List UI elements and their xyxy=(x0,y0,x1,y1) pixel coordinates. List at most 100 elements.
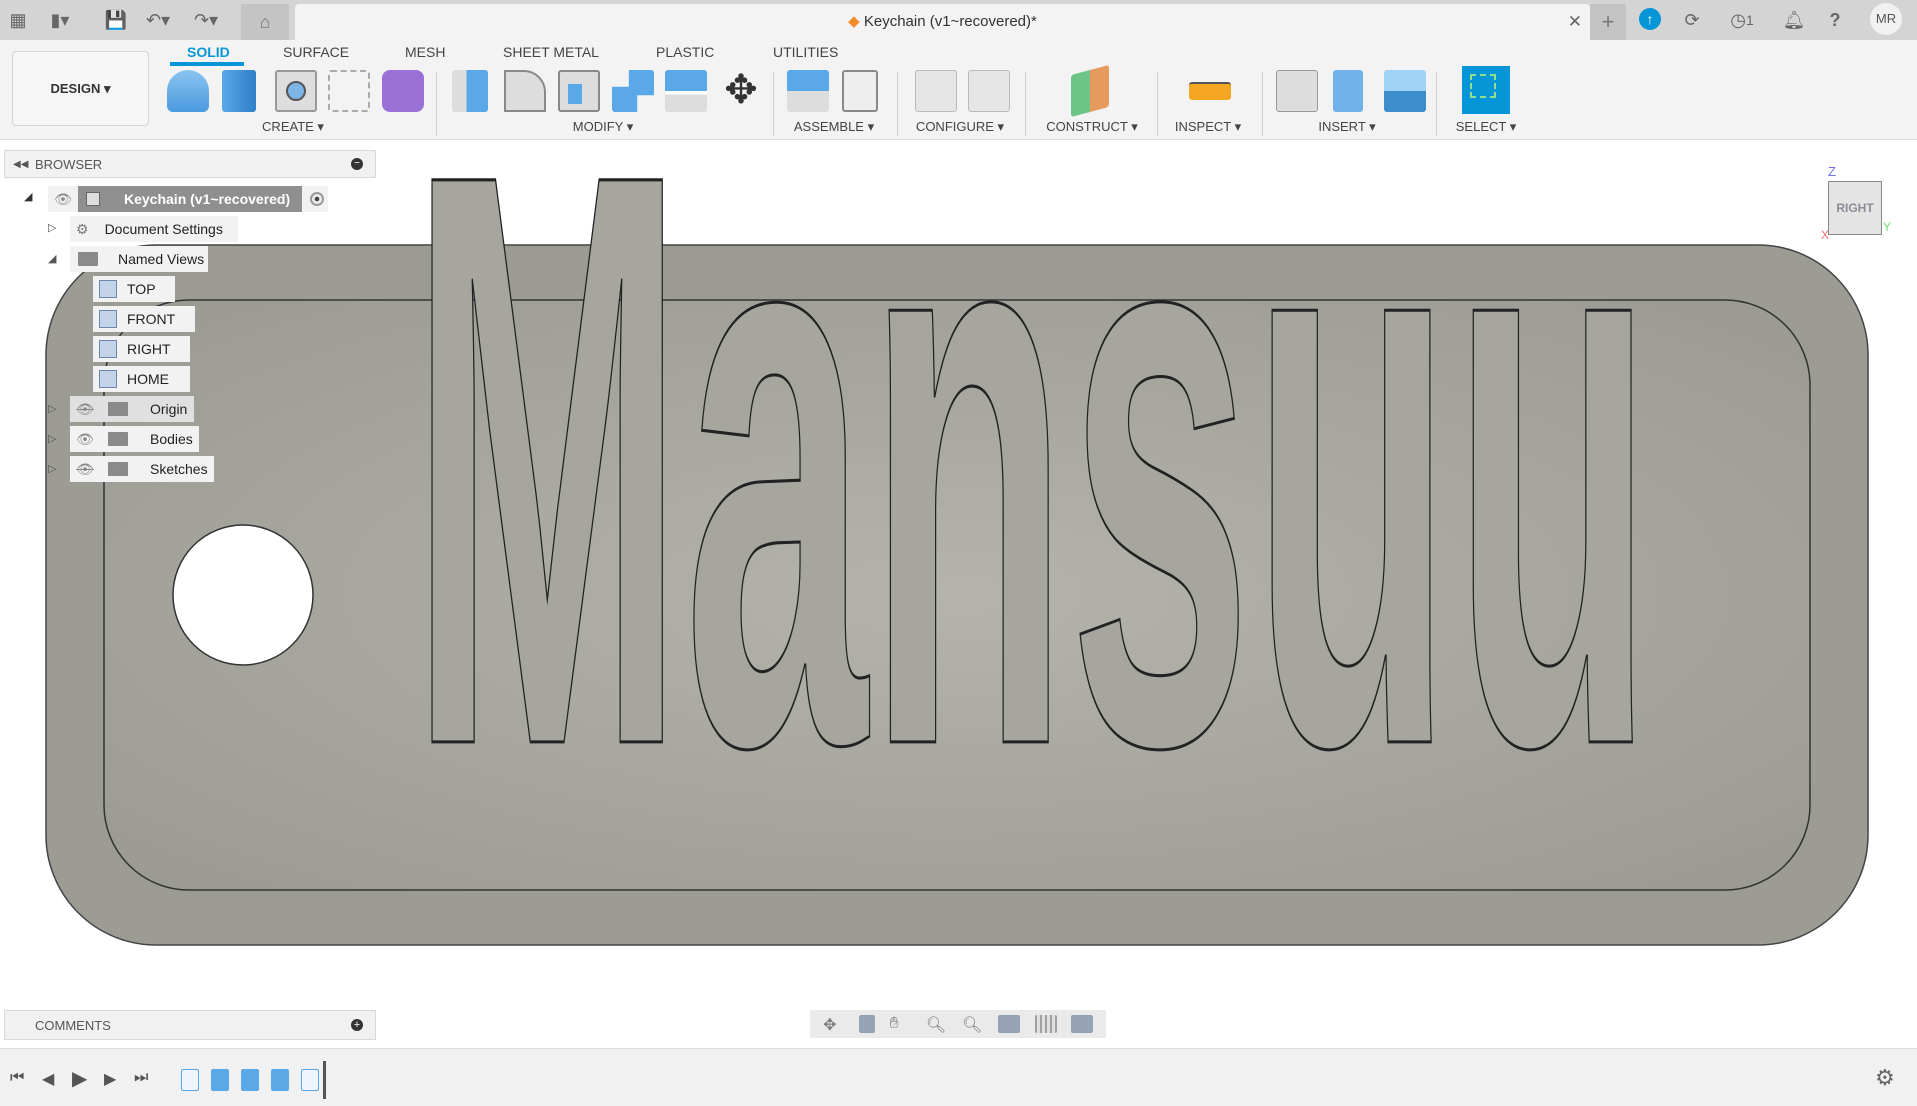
press-pull-icon[interactable] xyxy=(452,70,488,112)
browser-item-document-settings[interactable]: ⚙ Document Settings xyxy=(70,216,238,242)
play-icon[interactable]: ▶ xyxy=(72,1066,87,1091)
configure-menu[interactable]: CONFIGURE ▾ xyxy=(916,119,1004,135)
fit-icon[interactable]: 🔍︎ xyxy=(962,1015,984,1034)
insert-mcmaster-icon[interactable] xyxy=(1333,70,1363,112)
move-icon[interactable]: ✥ xyxy=(720,70,762,112)
hole-icon[interactable] xyxy=(275,70,317,112)
select-icon[interactable] xyxy=(1462,66,1510,114)
app-grid-icon[interactable]: ▦ xyxy=(6,8,30,32)
document-tab[interactable]: ◆ Keychain (v1~recovered)* ✕ xyxy=(295,4,1590,40)
upgrade-icon[interactable]: ↑ xyxy=(1639,8,1661,30)
expand-icon[interactable]: ▷ xyxy=(48,402,56,415)
file-menu-icon[interactable]: ▮▾ xyxy=(48,8,72,32)
fillet-icon[interactable] xyxy=(504,70,546,112)
step-back-icon[interactable]: ◀ xyxy=(42,1069,54,1089)
home-icon[interactable]: ⌂ xyxy=(241,4,289,40)
expand-icon[interactable]: ▷ xyxy=(48,462,56,475)
timeline-settings-gear-icon[interactable]: ⚙ xyxy=(1875,1065,1895,1091)
shell-icon[interactable] xyxy=(558,70,600,112)
eye-hidden-icon[interactable]: 👁︎ xyxy=(70,461,100,478)
pattern-icon[interactable] xyxy=(328,70,370,112)
collapse-icon[interactable]: ◢ xyxy=(48,252,56,265)
eye-icon[interactable]: 👁︎ xyxy=(48,191,78,208)
redo-icon[interactable]: ↷▾ xyxy=(194,8,218,32)
browser-item-sketches[interactable]: 👁︎ Sketches xyxy=(70,456,214,482)
named-view-right[interactable]: RIGHT xyxy=(93,336,190,362)
create-menu[interactable]: CREATE ▾ xyxy=(262,119,324,135)
item-label: Origin xyxy=(150,401,188,417)
orbit-icon[interactable]: ✥ xyxy=(823,1015,845,1034)
measure-icon[interactable] xyxy=(1189,82,1231,100)
modify-menu[interactable]: MODIFY ▾ xyxy=(573,119,633,135)
configuration-table-icon[interactable] xyxy=(968,70,1010,112)
expand-icon[interactable]: ▷ xyxy=(48,432,56,445)
embossed-text[interactable]: Mansuu xyxy=(409,141,1655,917)
tab-solid[interactable]: SOLID xyxy=(187,44,230,60)
root-expand-icon[interactable]: ◢ xyxy=(24,190,32,203)
3d-viewport[interactable]: Mansuu xyxy=(0,141,1917,1007)
step-forward-icon[interactable]: ▶ xyxy=(104,1069,116,1089)
look-at-icon[interactable] xyxy=(859,1015,876,1033)
revolve-icon[interactable] xyxy=(167,70,209,112)
browser-pin-icon[interactable]: − xyxy=(351,158,363,170)
new-tab-button[interactable]: + xyxy=(1590,4,1626,40)
insert-menu[interactable]: INSERT ▾ xyxy=(1318,119,1375,135)
named-view-home[interactable]: HOME xyxy=(93,366,190,392)
user-avatar[interactable]: MR xyxy=(1870,3,1902,35)
timeline-sketch-icon[interactable] xyxy=(301,1069,319,1091)
tab-utilities[interactable]: UTILITIES xyxy=(773,44,838,60)
configure-icon[interactable] xyxy=(915,70,957,112)
title-bar: ▦ ▮▾ 💾 ↶▾ ↷▾ ⌂ ◆ Keychain (v1~recovered)… xyxy=(0,0,1917,40)
tab-surface[interactable]: SURFACE xyxy=(283,44,349,60)
extrude-icon[interactable] xyxy=(222,70,256,112)
insert-canvas-icon[interactable] xyxy=(1384,70,1426,112)
timeline-extrude-icon[interactable] xyxy=(271,1069,289,1091)
joint-icon[interactable] xyxy=(842,70,878,112)
job-status-icon[interactable]: ⟳ xyxy=(1680,8,1704,32)
add-comment-icon[interactable]: + xyxy=(351,1019,363,1031)
offset-face-icon[interactable] xyxy=(665,70,707,112)
activate-radio[interactable] xyxy=(310,192,325,206)
construct-menu[interactable]: CONSTRUCT ▾ xyxy=(1046,119,1138,135)
expand-icon[interactable]: ▷ xyxy=(48,221,56,234)
tab-mesh[interactable]: MESH xyxy=(405,44,445,60)
go-to-start-icon[interactable]: ⏮ xyxy=(10,1069,24,1087)
undo-icon[interactable]: ↶▾ xyxy=(146,8,170,32)
timeline-sketch-icon[interactable] xyxy=(181,1069,199,1091)
select-menu[interactable]: SELECT ▾ xyxy=(1456,119,1516,135)
tab-plastic[interactable]: PLASTIC xyxy=(656,44,714,60)
eye-hidden-icon[interactable]: 👁︎ xyxy=(70,401,100,418)
zoom-icon[interactable]: 🔍︎ xyxy=(926,1015,948,1034)
insert-derive-icon[interactable] xyxy=(1276,70,1318,112)
tab-sheet-metal[interactable]: SHEET METAL xyxy=(503,44,599,60)
pan-icon[interactable]: ✋︎ xyxy=(890,1015,912,1033)
go-to-end-icon[interactable]: ⏭ xyxy=(134,1069,148,1087)
browser-item-origin[interactable]: 👁︎ Origin xyxy=(70,396,194,422)
inspect-menu[interactable]: INSPECT ▾ xyxy=(1175,119,1241,135)
timeline-marker[interactable] xyxy=(323,1061,326,1099)
viewports-icon[interactable] xyxy=(1070,1015,1093,1033)
comments-panel-header: COMMENTS + xyxy=(4,1010,376,1040)
timeline-extrude-icon[interactable] xyxy=(211,1069,229,1091)
workspace-switcher[interactable]: DESIGN ▾ xyxy=(12,51,149,126)
new-component-icon[interactable] xyxy=(787,70,829,112)
display-settings-icon[interactable] xyxy=(998,1015,1021,1033)
browser-item-bodies[interactable]: 👁︎ Bodies xyxy=(70,426,199,452)
assemble-menu[interactable]: ASSEMBLE ▾ xyxy=(794,119,874,135)
named-view-top[interactable]: TOP xyxy=(93,276,175,302)
bell-icon[interactable]: 🔔︎ xyxy=(1782,8,1806,32)
history-icon[interactable]: ◷ 1 xyxy=(1722,8,1762,32)
help-icon[interactable]: ? xyxy=(1823,8,1847,32)
browser-root[interactable]: 👁︎ Keychain (v1~recovered) xyxy=(48,186,328,212)
close-tab-icon[interactable]: ✕ xyxy=(1568,12,1582,32)
active-tab-indicator xyxy=(170,62,244,66)
timeline-extrude-icon[interactable] xyxy=(241,1069,259,1091)
grid-settings-icon[interactable] xyxy=(1034,1015,1057,1033)
create-form-icon[interactable] xyxy=(382,70,424,112)
save-icon[interactable]: 💾 xyxy=(104,8,128,32)
view-cube[interactable]: RIGHT xyxy=(1828,181,1882,235)
named-view-front[interactable]: FRONT xyxy=(93,306,195,332)
eye-icon[interactable]: 👁︎ xyxy=(70,431,100,448)
collapse-browser-icon[interactable]: ◀◀ xyxy=(13,159,28,170)
browser-item-named-views[interactable]: Named Views xyxy=(70,246,208,272)
